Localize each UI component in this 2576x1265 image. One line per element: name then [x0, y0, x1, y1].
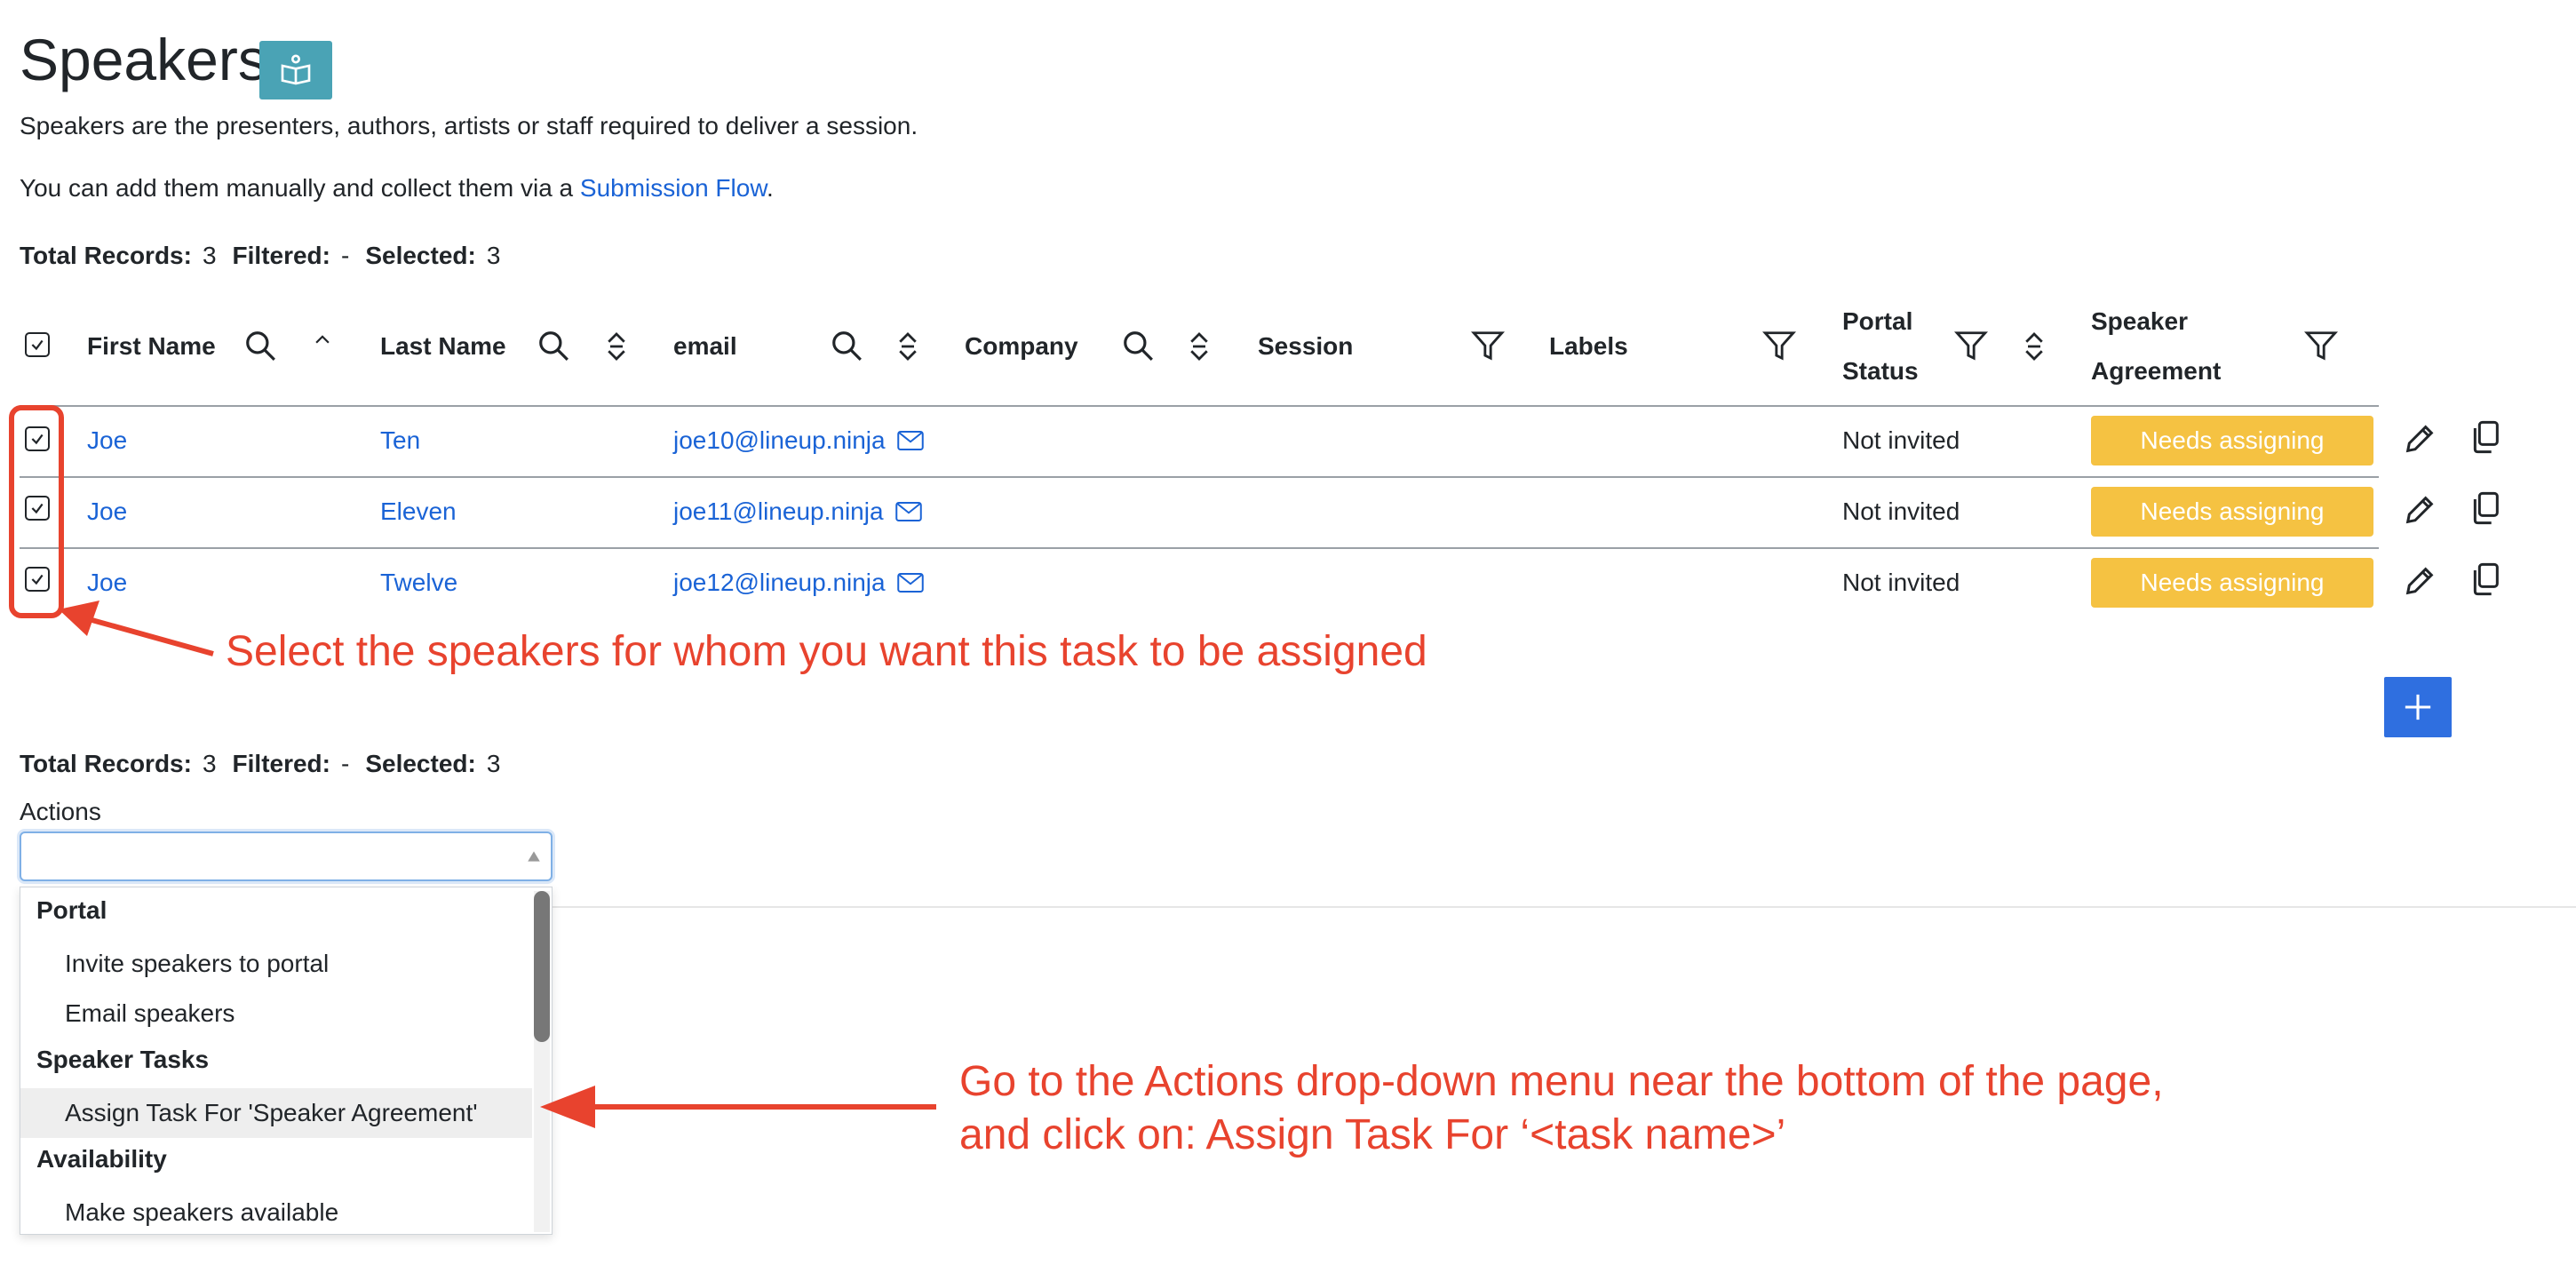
search-icon[interactable] — [1121, 329, 1155, 362]
col-labels[interactable]: Labels — [1549, 332, 1628, 361]
email-link[interactable]: joe10@lineup.ninja — [673, 426, 925, 455]
submission-flow-link[interactable]: Submission Flow — [580, 174, 767, 202]
actions-dropdown-menu[interactable]: Portal Invite speakers to portal Email s… — [20, 887, 553, 1235]
table-divider — [20, 476, 2379, 478]
filter-icon[interactable] — [2304, 329, 2338, 362]
table-divider — [20, 547, 2379, 549]
copy-icon[interactable] — [2468, 490, 2503, 526]
filter-icon[interactable] — [1762, 329, 1796, 362]
page-description: Speakers are the presenters, authors, ar… — [20, 112, 918, 139]
description-suffix: . — [767, 174, 774, 202]
dropdown-item-make-available[interactable]: Make speakers available — [20, 1188, 532, 1234]
sort-icon[interactable] — [604, 330, 629, 362]
last-name-link[interactable]: Eleven — [380, 497, 457, 526]
total-label: Total Records: — [20, 750, 192, 777]
search-icon[interactable] — [830, 329, 863, 362]
selected-label: Selected: — [365, 750, 476, 777]
dropdown-group-availability: Availability — [36, 1145, 167, 1173]
pencil-icon[interactable] — [2402, 421, 2437, 457]
pencil-icon[interactable] — [2402, 563, 2437, 599]
agreement-status-badge[interactable]: Needs assigning — [2091, 416, 2373, 465]
col-speaker-agreement-line2[interactable]: Agreement — [2091, 357, 2221, 386]
col-portal-status[interactable]: Portal — [1842, 307, 1912, 336]
col-portal-status-line2[interactable]: Status — [1842, 357, 1919, 386]
sort-icon[interactable] — [1187, 330, 1212, 362]
filtered-value: - — [341, 750, 350, 777]
caret-up-icon[interactable] — [526, 849, 542, 863]
email-text[interactable]: joe10@lineup.ninja — [673, 426, 886, 454]
dropdown-item-assign-task[interactable]: Assign Task For 'Speaker Agreement' — [20, 1088, 532, 1138]
annotation-arrow-menu — [540, 1086, 936, 1128]
email-text[interactable]: joe12@lineup.ninja — [673, 569, 886, 596]
col-company[interactable]: Company — [965, 332, 1078, 361]
first-name-link[interactable]: Joe — [87, 426, 127, 455]
total-value: 3 — [202, 750, 217, 777]
actions-label: Actions — [20, 798, 101, 825]
add-speaker-button[interactable] — [2384, 677, 2452, 737]
book-icon — [281, 54, 311, 85]
agreement-status-badge[interactable]: Needs assigning — [2091, 487, 2373, 537]
col-speaker-agreement[interactable]: Speaker — [2091, 307, 2188, 336]
copy-icon[interactable] — [2468, 419, 2503, 455]
section-divider — [551, 906, 2576, 908]
selected-label: Selected: — [365, 242, 476, 269]
mail-icon[interactable] — [895, 501, 923, 522]
plus-icon — [2405, 694, 2431, 720]
dropdown-group-speaker-tasks: Speaker Tasks — [36, 1046, 210, 1073]
email-text[interactable]: joe11@lineup.ninja — [673, 497, 884, 525]
actions-select[interactable] — [20, 831, 553, 881]
portal-status: Not invited — [1842, 426, 1960, 454]
select-all-checkbox[interactable] — [25, 332, 50, 357]
annotation-select-note: Select the speakers for whom you want th… — [226, 628, 1427, 675]
selected-value: 3 — [486, 242, 501, 269]
dropdown-scrollbar-thumb[interactable] — [534, 891, 550, 1042]
col-email[interactable]: email — [673, 332, 737, 361]
dropdown-item-invite-speakers[interactable]: Invite speakers to portal — [20, 939, 532, 989]
col-session[interactable]: Session — [1258, 332, 1353, 361]
mail-icon[interactable] — [897, 572, 925, 593]
search-icon[interactable] — [243, 329, 277, 362]
annotation-menu-note-1: Go to the Actions drop-down menu near th… — [959, 1058, 2164, 1105]
selected-value: 3 — [486, 750, 501, 777]
email-link[interactable]: joe12@lineup.ninja — [673, 569, 925, 597]
filter-icon[interactable] — [1954, 329, 1988, 362]
copy-icon[interactable] — [2468, 561, 2503, 597]
portal-status: Not invited — [1842, 569, 1960, 596]
total-label: Total Records: — [20, 242, 192, 269]
total-value: 3 — [202, 242, 217, 269]
agreement-status-badge[interactable]: Needs assigning — [2091, 558, 2373, 608]
filtered-label: Filtered: — [232, 750, 330, 777]
dropdown-group-portal: Portal — [36, 896, 107, 924]
email-link[interactable]: joe11@lineup.ninja — [673, 497, 923, 526]
search-icon[interactable] — [537, 329, 570, 362]
table-divider — [20, 405, 2379, 407]
sort-icon[interactable] — [2022, 330, 2047, 362]
records-summary-bottom: Total Records: 3 Filtered: - Selected: 3 — [20, 750, 516, 778]
mail-icon[interactable] — [897, 430, 925, 451]
filtered-value: - — [341, 242, 350, 269]
filtered-label: Filtered: — [232, 242, 330, 269]
pencil-icon[interactable] — [2402, 492, 2437, 528]
checkbox-highlight — [9, 405, 64, 618]
annotation-menu-note-2: and click on: Assign Task For ‘<task nam… — [959, 1111, 1786, 1158]
filter-icon[interactable] — [1471, 329, 1505, 362]
records-summary-top: Total Records: 3 Filtered: - Selected: 3 — [20, 242, 516, 270]
help-button[interactable] — [259, 41, 332, 99]
annotation-arrow-select — [59, 601, 214, 656]
page-description-2: You can add them manually and collect th… — [20, 174, 774, 203]
sort-icon[interactable] — [895, 330, 920, 362]
portal-status: Not invited — [1842, 497, 1960, 525]
first-name-link[interactable]: Joe — [87, 497, 127, 526]
col-first-name[interactable]: First Name — [87, 332, 216, 361]
last-name-link[interactable]: Ten — [380, 426, 420, 455]
col-last-name[interactable]: Last Name — [380, 332, 506, 361]
last-name-link[interactable]: Twelve — [380, 569, 457, 597]
first-name-link[interactable]: Joe — [87, 569, 127, 597]
dropdown-item-email-speakers[interactable]: Email speakers — [20, 989, 532, 1038]
sort-asc-icon[interactable] — [313, 330, 332, 350]
page-title: Speakers — [20, 27, 267, 92]
description-text: You can add them manually and collect th… — [20, 174, 580, 202]
